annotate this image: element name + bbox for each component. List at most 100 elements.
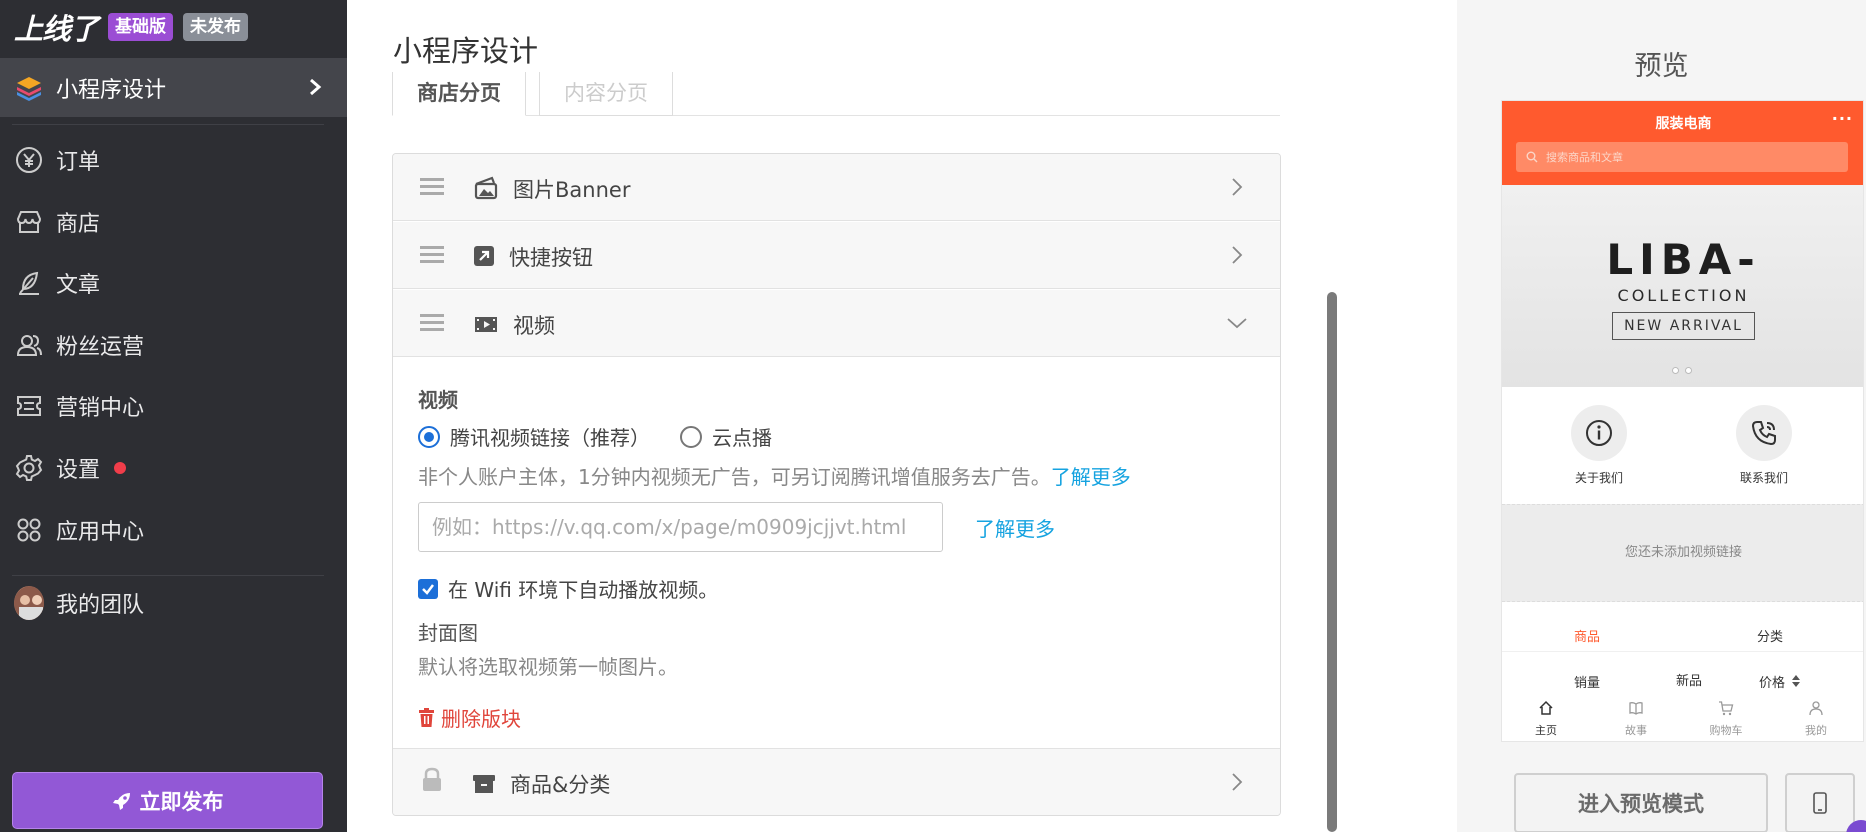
sidebar-item-orders[interactable]: 订单	[0, 138, 347, 182]
sort-arrows-icon	[1792, 675, 1800, 687]
yen-circle-icon	[14, 145, 44, 175]
book-icon	[1629, 702, 1643, 715]
block-row-video[interactable]: 视频	[393, 290, 1280, 357]
block-title: 图片Banner	[513, 178, 631, 202]
film-icon	[475, 317, 497, 332]
block-row-products-categories[interactable]: 商品&分类	[393, 748, 1280, 815]
tab-label: 故事	[1625, 724, 1647, 737]
sidebar-item-label: 文章	[56, 273, 101, 298]
sidebar-item-team[interactable]: 我的团队	[0, 581, 347, 625]
cat-tab-products: 商品	[1574, 630, 1601, 645]
delete-label: 删除版块	[441, 707, 521, 731]
preview-title: 预览	[1634, 51, 1689, 82]
carousel-dots	[1672, 367, 1692, 374]
phone-search-bar: 搜索商品和文章	[1516, 142, 1848, 172]
more-icon: ···	[1831, 109, 1853, 128]
users-icon	[14, 330, 44, 360]
cover-hint: 默认将选取视频第一帧图片。	[418, 655, 678, 679]
status-badge: 未发布	[183, 13, 249, 41]
phone-tab-cart: 购物车	[1696, 700, 1756, 738]
archive-box-icon	[473, 775, 495, 793]
sort-price: 价格	[1759, 676, 1786, 691]
quick-label: 联系我们	[1739, 471, 1788, 485]
block-title: 快捷按钮	[509, 246, 593, 270]
learn-more-link[interactable]: 了解更多	[1051, 465, 1131, 489]
phone-video-placeholder: 您还未添加视频链接	[1502, 504, 1863, 602]
user-icon	[1809, 701, 1823, 716]
tab-content-page[interactable]: 内容分页	[539, 72, 673, 116]
scrollbar[interactable]	[1327, 292, 1337, 832]
plan-badge: 基础版	[108, 13, 174, 41]
sidebar-item-store[interactable]: 商店	[0, 200, 347, 244]
tab-label: 主页	[1535, 724, 1557, 737]
phone-sort-bar: 销量 新品 价格	[1502, 652, 1863, 692]
radio-tencent[interactable]	[418, 425, 440, 448]
tab-store-page[interactable]: 商店分页	[392, 72, 526, 116]
learn-more-link[interactable]: 了解更多	[975, 513, 1055, 542]
enter-preview-button[interactable]: 进入预览模式	[1514, 773, 1768, 832]
mobile-preview-button[interactable]	[1785, 773, 1855, 832]
publish-button[interactable]: 立即发布	[12, 772, 323, 829]
sidebar-item-label: 我的团队	[56, 593, 145, 618]
sidebar-item-miniprogram-design[interactable]: 小程序设计	[0, 58, 347, 117]
block-title: 商品&分类	[510, 773, 611, 797]
main-content: 小程序设计 商店分页 内容分页 图片Banner 快捷按钮 视频 视频 腾讯视频…	[347, 0, 1457, 832]
block-row-banner[interactable]: 图片Banner	[393, 154, 1280, 221]
phone-quick-buttons: 关于我们 联系我们	[1502, 395, 1863, 493]
sidebar-item-articles[interactable]: 文章	[0, 261, 347, 305]
layers-icon	[17, 76, 41, 101]
phone-header: 服装电商 ··· 搜索商品和文章	[1502, 101, 1863, 185]
radio-vod[interactable]	[680, 425, 702, 448]
preview-pane: 预览 服装电商 ··· 搜索商品和文章 LIBA- COLLECTION NEW…	[1457, 0, 1866, 832]
chevron-right-icon	[310, 78, 322, 96]
radio-tencent-label[interactable]: 腾讯视频链接（推荐）	[450, 422, 650, 451]
banner-tag: NEW ARRIVAL	[1612, 312, 1755, 340]
sidebar: 上线了 基础版 未发布 小程序设计 订单 商店 文章 粉丝运营 营销中心 设置 …	[0, 0, 347, 832]
app-name: 服装电商	[1655, 116, 1712, 132]
banner-subline: COLLECTION	[1617, 286, 1750, 305]
sidebar-item-app-center[interactable]: 应用中心	[0, 508, 347, 552]
quick-label: 关于我们	[1574, 471, 1623, 485]
gear-icon	[14, 453, 44, 483]
radio-vod-label[interactable]: 云点播	[712, 422, 772, 451]
sidebar-item-label: 商店	[56, 212, 101, 237]
quick-contact: 联系我们	[1709, 405, 1819, 486]
chevron-right-icon[interactable]	[1227, 177, 1247, 197]
phone-category-tabs: 商品 分类	[1502, 612, 1863, 652]
autoplay-label: 在 Wifi 环境下自动播放视频。	[448, 578, 719, 602]
drag-handle-icon[interactable]	[420, 177, 444, 197]
phone-preview: 服装电商 ··· 搜索商品和文章 LIBA- COLLECTION NEW AR…	[1501, 100, 1864, 742]
phone-icon	[1751, 421, 1776, 446]
home-icon	[1539, 700, 1553, 715]
chevron-right-icon[interactable]	[1227, 772, 1247, 792]
quick-about: 关于我们	[1544, 405, 1654, 486]
sidebar-item-label: 粉丝运营	[56, 335, 145, 360]
grid-icon	[14, 515, 44, 545]
divider	[12, 575, 324, 576]
drag-handle-icon[interactable]	[420, 313, 444, 333]
phone-tab-home: 主页	[1516, 700, 1576, 738]
sidebar-item-fans[interactable]: 粉丝运营	[0, 323, 347, 367]
video-settings: 视频 腾讯视频链接（推荐） 云点播 非个人账户主体，1分钟内视频无广告，可另订阅…	[393, 358, 1280, 748]
drag-handle-icon[interactable]	[420, 245, 444, 265]
autoplay-checkbox[interactable]	[418, 578, 438, 599]
rocket-icon	[112, 792, 130, 810]
video-url-input[interactable]	[418, 502, 943, 552]
brand-logo: 上线了	[14, 12, 99, 46]
sidebar-item-marketing[interactable]: 营销中心	[0, 384, 347, 428]
divider	[12, 124, 324, 125]
phone-tab-bar: 主页 故事 购物车 我的	[1502, 696, 1863, 741]
lock-icon	[423, 767, 441, 791]
chevron-right-icon[interactable]	[1227, 245, 1247, 265]
delete-block-button[interactable]: 删除版块	[418, 703, 521, 732]
chevron-down-icon[interactable]	[1227, 313, 1247, 333]
sidebar-item-label: 设置	[56, 458, 101, 483]
feather-icon	[14, 268, 44, 298]
block-row-quick-buttons[interactable]: 快捷按钮	[393, 222, 1280, 289]
sidebar-item-label: 营销中心	[56, 396, 145, 421]
autoplay-option[interactable]: 在 Wifi 环境下自动播放视频。	[418, 574, 718, 603]
info-icon	[1586, 420, 1612, 446]
phone-tab-stories: 故事	[1606, 700, 1666, 738]
block-title: 视频	[513, 314, 555, 338]
sidebar-item-settings[interactable]: 设置	[0, 446, 347, 490]
